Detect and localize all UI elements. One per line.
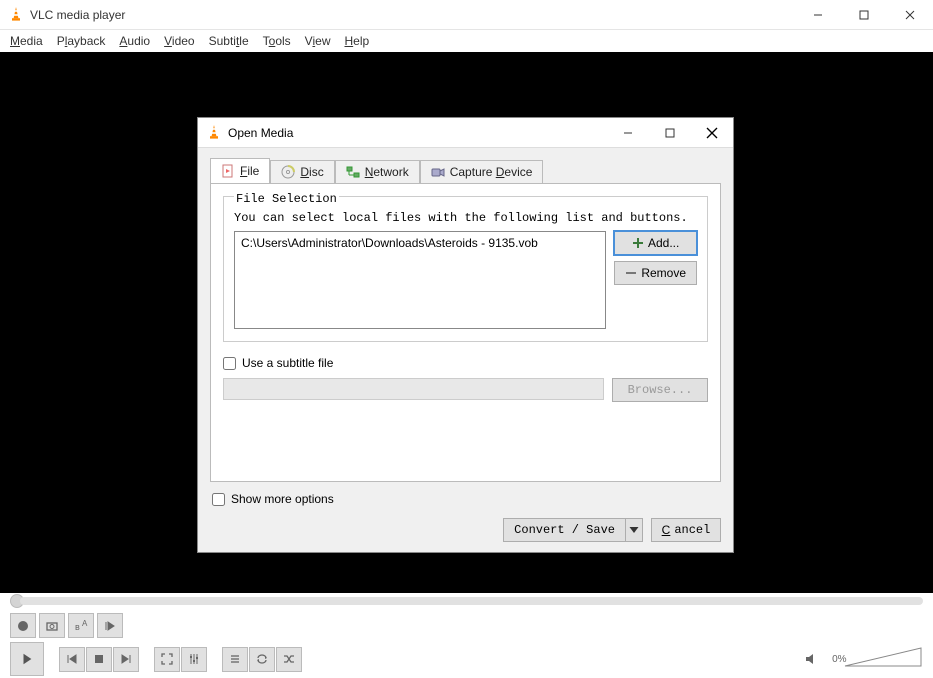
tab-capture-device[interactable]: Capture Device [420, 160, 544, 184]
extended-settings-button[interactable] [181, 647, 207, 672]
dialog-tabs: File Disc Network Capture Device [210, 158, 721, 184]
network-icon [346, 165, 360, 179]
convert-save-dropdown[interactable] [625, 518, 643, 542]
convert-save-button[interactable]: Convert / Save [503, 518, 625, 542]
loop-button[interactable] [249, 647, 275, 672]
vlc-cone-icon [206, 125, 222, 141]
dialog-titlebar: Open Media [198, 118, 733, 148]
file-selection-hint: You can select local files with the foll… [234, 211, 697, 225]
close-button[interactable] [887, 0, 933, 30]
disc-icon [281, 165, 295, 179]
file-list[interactable]: C:\Users\Administrator\Downloads\Asteroi… [234, 231, 606, 329]
dialog-minimize-button[interactable] [607, 118, 649, 148]
snapshot-button[interactable] [39, 613, 65, 638]
maximize-button[interactable] [841, 0, 887, 30]
open-media-dialog: Open Media File Disc Network Capture Dev… [197, 117, 734, 553]
window-title: VLC media player [30, 8, 795, 22]
menu-media[interactable]: Media [10, 34, 43, 48]
dialog-maximize-button[interactable] [649, 118, 691, 148]
volume-slider[interactable] [843, 644, 923, 670]
frame-step-button[interactable] [97, 613, 123, 638]
file-list-item[interactable]: C:\Users\Administrator\Downloads\Asteroi… [241, 236, 599, 250]
atob-loop-button[interactable]: ʙA [68, 613, 94, 638]
play-button[interactable] [10, 642, 44, 676]
menu-audio[interactable]: Audio [119, 34, 150, 48]
fullscreen-button[interactable] [154, 647, 180, 672]
tab-file[interactable]: File [210, 158, 270, 184]
browse-subtitle-button[interactable]: Browse... [612, 378, 708, 402]
capture-icon [431, 165, 445, 179]
show-more-options-label: Show more options [231, 492, 334, 506]
use-subtitle-checkbox[interactable] [223, 357, 236, 370]
minimize-button[interactable] [795, 0, 841, 30]
remove-file-button[interactable]: Remove [614, 261, 697, 285]
plus-icon [632, 237, 644, 249]
stop-button[interactable] [86, 647, 112, 672]
cancel-button[interactable]: Cancel [651, 518, 721, 542]
file-selection-fieldset: File Selection You can select local file… [223, 196, 708, 342]
dialog-title: Open Media [228, 126, 607, 140]
tab-disc[interactable]: Disc [270, 160, 334, 184]
speaker-icon[interactable] [804, 652, 818, 666]
player-toolbar: ʙA 0% [0, 609, 933, 677]
convert-save-splitbutton[interactable]: Convert / Save [503, 518, 643, 542]
menu-tools[interactable]: Tools [263, 34, 291, 48]
tab-network[interactable]: Network [335, 160, 420, 184]
menu-video[interactable]: Video [164, 34, 194, 48]
show-more-options-checkbox[interactable] [212, 493, 225, 506]
menu-subtitle[interactable]: Subtitle [209, 34, 249, 48]
add-file-button[interactable]: Add... [614, 231, 697, 255]
svg-text:ʙ: ʙ [75, 622, 80, 632]
minus-icon [625, 267, 637, 279]
menu-view[interactable]: View [305, 34, 331, 48]
previous-button[interactable] [59, 647, 85, 672]
shuffle-button[interactable] [276, 647, 302, 672]
menu-playback[interactable]: Playback [57, 34, 106, 48]
svg-text:A: A [82, 619, 88, 628]
seek-bar[interactable] [0, 593, 933, 609]
tab-panel-file: File Selection You can select local file… [210, 183, 721, 482]
file-icon [221, 164, 235, 178]
dialog-close-button[interactable] [691, 118, 733, 148]
chevron-down-icon [628, 524, 640, 536]
main-window-titlebar: VLC media player [0, 0, 933, 30]
menubar: Media Playback Audio Video Subtitle Tool… [0, 30, 933, 52]
volume-percent: 0% [832, 654, 846, 665]
vlc-cone-icon [8, 7, 24, 23]
file-selection-legend: File Selection [234, 192, 339, 206]
playlist-button[interactable] [222, 647, 248, 672]
record-button[interactable] [10, 613, 36, 638]
next-button[interactable] [113, 647, 139, 672]
menu-help[interactable]: Help [344, 34, 369, 48]
seek-track[interactable] [20, 597, 923, 605]
use-subtitle-label: Use a subtitle file [242, 356, 333, 370]
subtitle-path-field [223, 378, 604, 400]
